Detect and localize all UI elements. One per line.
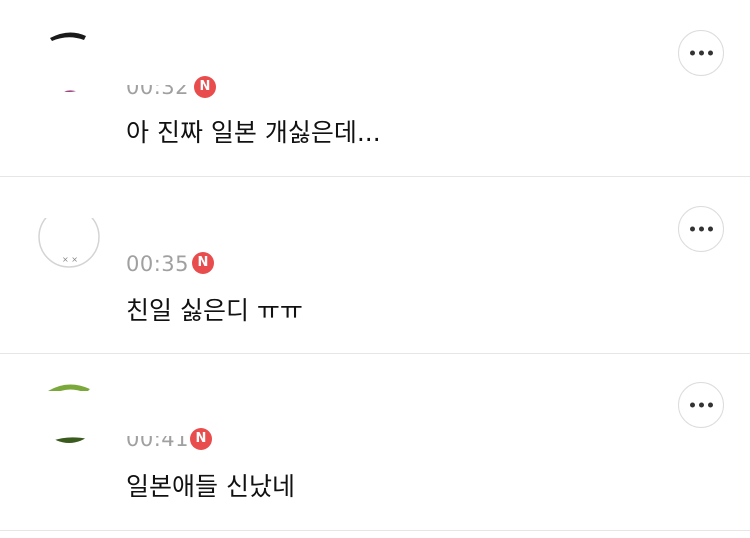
more-options-button[interactable]	[678, 382, 724, 428]
new-badge: N	[190, 428, 212, 450]
more-options-icon	[679, 226, 723, 232]
comment-timestamp: 00:41	[126, 427, 190, 451]
more-options-icon	[679, 402, 723, 408]
new-badge: N	[194, 76, 216, 98]
avatar-mask	[30, 178, 230, 218]
svg-text:× ×: × ×	[62, 255, 78, 264]
comment-item: 00:32 N 아 진짜 일본 개싫은데...	[0, 0, 750, 176]
more-options-button[interactable]	[678, 206, 724, 252]
comment-item: × × 00:35 N 친일 싫은디 ㅠㅠ	[0, 178, 750, 354]
comment-timestamp: 00:35	[126, 252, 190, 276]
new-badge: N	[192, 252, 214, 274]
comment-text: 친일 싫은디 ㅠㅠ	[126, 296, 303, 325]
avatar-mask	[30, 391, 230, 431]
divider	[0, 353, 750, 354]
comment-text: 일본애들 신났네	[126, 472, 295, 501]
divider	[0, 530, 750, 531]
divider	[0, 176, 750, 177]
more-options-button[interactable]	[678, 30, 724, 76]
comment-text: 아 진짜 일본 개싫은데...	[126, 118, 381, 147]
comment-item: 00:41 N 일본애들 신났네	[0, 355, 750, 531]
more-options-icon	[679, 50, 723, 56]
